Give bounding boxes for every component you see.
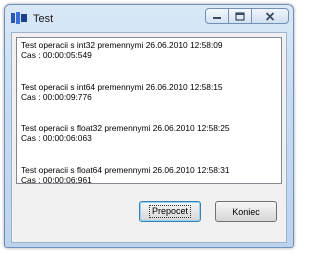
minimize-button[interactable] [205, 8, 229, 24]
minimize-icon [213, 17, 221, 19]
dialog-client-area: Test operacii s int32 premennymi 26.06.2… [11, 32, 287, 243]
app-icon [11, 12, 27, 24]
log-entry-title: Test operacii s int64 premennymi 26.06.2… [21, 81, 223, 92]
recalc-button[interactable]: Prepocet [139, 201, 201, 222]
log-entry-time: Cas : 00:00:05:549 [21, 50, 92, 61]
log-entry-title: Test operacii s int32 premennymi 26.06.2… [21, 40, 223, 50]
log-entry: Test operacii s float32 premennymi 26.06… [21, 123, 277, 144]
log-entry-time: Cas : 00:00:09:776 [21, 91, 92, 102]
log-entry-title: Test operacii s float32 premennymi 26.06… [21, 123, 230, 134]
close-button[interactable] [251, 8, 289, 24]
maximize-icon [235, 11, 245, 21]
recalc-button-label: Prepocet [148, 205, 192, 218]
close-icon [265, 11, 275, 21]
end-button-label: Koniec [232, 206, 260, 217]
log-entry: Test operacii s int32 premennymi 26.06.2… [21, 40, 277, 61]
test-window: Test Test operacii s int32 premennymi 26… [4, 4, 294, 248]
log-entry: Test operacii s float64 premennymi 26.06… [21, 164, 277, 184]
title-bar[interactable]: Test [5, 5, 293, 31]
maximize-button[interactable] [228, 8, 252, 24]
log-entry-time: Cas : 00:00:06:961 [21, 175, 92, 184]
end-button[interactable]: Koniec [215, 201, 277, 222]
log-entry-title: Test operacii s float64 premennymi 26.06… [21, 164, 230, 175]
log-entry-time: Cas : 00:00:06:063 [21, 133, 92, 144]
log-entry: Test operacii s int64 premennymi 26.06.2… [21, 82, 277, 103]
results-log[interactable]: Test operacii s int32 premennymi 26.06.2… [16, 37, 282, 184]
window-title: Test [33, 13, 54, 25]
